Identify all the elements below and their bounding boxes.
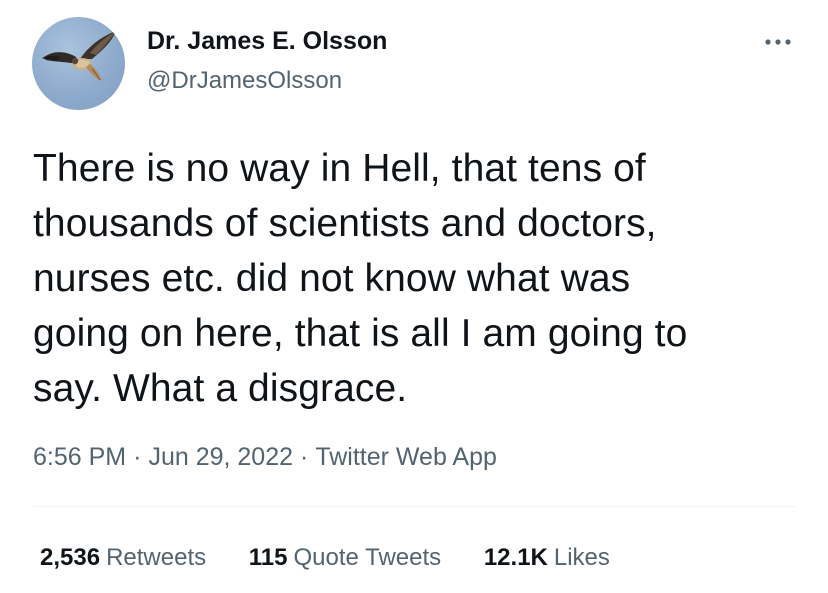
tweet-text-line: nurses etc. did not know what was (33, 257, 631, 300)
likes-label: Likes (553, 544, 610, 571)
quote-tweets-stat[interactable]: 115 Quote Tweets (249, 544, 441, 572)
avatar[interactable] (32, 17, 125, 110)
tweet-text-line: say. What a disgrace. (33, 367, 408, 410)
tweet-card: Dr. James E. Olsson @DrJamesOlsson There… (0, 0, 828, 593)
tweet-text: There is no way in Hell, that tens of th… (33, 141, 803, 416)
retweets-count: 2,536 (40, 544, 101, 571)
more-horizontal-icon (765, 39, 791, 45)
hawk-icon (42, 31, 116, 81)
tweet-timestamp-date[interactable]: Jun 29, 2022 (148, 443, 293, 471)
tweet-metadata: 6:56 PM · Jun 29, 2022 · Twitter Web App (33, 443, 497, 472)
divider (33, 506, 795, 507)
engagement-stats: 2,536 Retweets 115 Quote Tweets 12.1K Likes (40, 544, 646, 572)
author-display-name[interactable]: Dr. James E. Olsson (147, 27, 387, 56)
quote-tweets-count: 115 (248, 544, 288, 571)
likes-count: 12.1K (483, 544, 548, 571)
more-options-button[interactable] (758, 30, 798, 54)
meta-separator: · (300, 443, 309, 471)
tweet-text-line: There is no way in Hell, that tens of (33, 147, 646, 190)
tweet-text-line: thousands of scientists and doctors, (33, 202, 657, 245)
retweets-stat[interactable]: 2,536 Retweets (40, 544, 206, 572)
meta-separator: · (133, 443, 142, 471)
tweet-text-line: going on here, that is all I am going to (33, 312, 688, 355)
author-handle[interactable]: @DrJamesOlsson (147, 67, 342, 95)
quote-tweets-label: Quote Tweets (293, 544, 442, 571)
tweet-source[interactable]: Twitter Web App (315, 443, 497, 471)
tweet-timestamp-time[interactable]: 6:56 PM (33, 443, 126, 471)
likes-stat[interactable]: 12.1K Likes (484, 544, 610, 572)
retweets-label: Retweets (106, 544, 207, 571)
